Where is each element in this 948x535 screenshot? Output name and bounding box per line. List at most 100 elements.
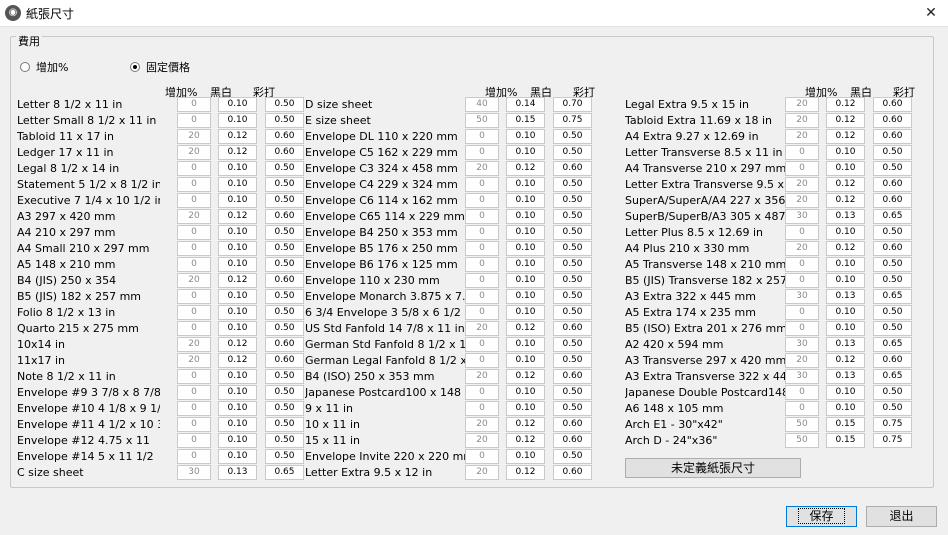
bw-price-field[interactable]: 0.10 [506, 145, 545, 160]
percent-field[interactable]: 20 [177, 353, 211, 368]
color-price-field[interactable]: 0.50 [553, 449, 592, 464]
percent-field[interactable]: 0 [465, 385, 499, 400]
bw-price-field[interactable]: 0.12 [826, 129, 865, 144]
bw-price-field[interactable]: 0.12 [218, 129, 257, 144]
bw-price-field[interactable]: 0.10 [826, 401, 865, 416]
percent-field[interactable]: 0 [177, 417, 211, 432]
close-button[interactable]: ✕ [920, 3, 942, 23]
percent-field[interactable]: 0 [177, 289, 211, 304]
radio-percent-indicator[interactable] [20, 62, 30, 72]
color-price-field[interactable]: 0.50 [553, 353, 592, 368]
percent-field[interactable]: 0 [465, 257, 499, 272]
color-price-field[interactable]: 0.50 [265, 321, 304, 336]
bw-price-field[interactable]: 0.12 [506, 321, 545, 336]
color-price-field[interactable]: 0.50 [553, 193, 592, 208]
percent-field[interactable]: 0 [785, 257, 819, 272]
bw-price-field[interactable]: 0.10 [826, 145, 865, 160]
exit-button[interactable]: 退出 [866, 506, 937, 527]
percent-field[interactable]: 0 [465, 305, 499, 320]
percent-field[interactable]: 0 [177, 257, 211, 272]
color-price-field[interactable]: 0.50 [873, 145, 912, 160]
color-price-field[interactable]: 0.50 [265, 417, 304, 432]
bw-price-field[interactable]: 0.10 [506, 273, 545, 288]
bw-price-field[interactable]: 0.10 [506, 241, 545, 256]
bw-price-field[interactable]: 0.12 [218, 273, 257, 288]
percent-field[interactable]: 50 [465, 113, 499, 128]
percent-field[interactable]: 0 [465, 241, 499, 256]
percent-field[interactable]: 30 [177, 465, 211, 480]
percent-field[interactable]: 20 [785, 241, 819, 256]
bw-price-field[interactable]: 0.10 [826, 257, 865, 272]
color-price-field[interactable]: 0.60 [265, 209, 304, 224]
percent-field[interactable]: 0 [177, 113, 211, 128]
color-price-field[interactable]: 0.50 [553, 209, 592, 224]
color-price-field[interactable]: 0.50 [553, 401, 592, 416]
bw-price-field[interactable]: 0.10 [506, 209, 545, 224]
color-price-field[interactable]: 0.50 [265, 97, 304, 112]
percent-field[interactable]: 0 [177, 369, 211, 384]
percent-field[interactable]: 0 [465, 129, 499, 144]
color-price-field[interactable]: 0.65 [873, 369, 912, 384]
bw-price-field[interactable]: 0.10 [506, 401, 545, 416]
percent-field[interactable]: 0 [465, 193, 499, 208]
percent-field[interactable]: 0 [465, 209, 499, 224]
bw-price-field[interactable]: 0.15 [506, 113, 545, 128]
percent-field[interactable]: 0 [465, 353, 499, 368]
color-price-field[interactable]: 0.50 [553, 129, 592, 144]
color-price-field[interactable]: 0.60 [873, 353, 912, 368]
color-price-field[interactable]: 0.60 [553, 161, 592, 176]
radio-fixed-price-indicator[interactable] [130, 62, 140, 72]
bw-price-field[interactable]: 0.10 [506, 337, 545, 352]
percent-field[interactable]: 20 [785, 353, 819, 368]
percent-field[interactable]: 20 [465, 465, 499, 480]
percent-field[interactable]: 20 [785, 113, 819, 128]
color-price-field[interactable]: 0.75 [873, 433, 912, 448]
percent-field[interactable]: 0 [785, 273, 819, 288]
bw-price-field[interactable]: 0.10 [218, 97, 257, 112]
color-price-field[interactable]: 0.50 [265, 241, 304, 256]
color-price-field[interactable]: 0.50 [873, 385, 912, 400]
color-price-field[interactable]: 0.50 [265, 289, 304, 304]
bw-price-field[interactable]: 0.10 [506, 449, 545, 464]
color-price-field[interactable]: 0.50 [265, 225, 304, 240]
bw-price-field[interactable]: 0.12 [826, 97, 865, 112]
color-price-field[interactable]: 0.50 [553, 289, 592, 304]
percent-field[interactable]: 0 [177, 161, 211, 176]
percent-field[interactable]: 0 [177, 401, 211, 416]
percent-field[interactable]: 20 [465, 161, 499, 176]
bw-price-field[interactable]: 0.10 [218, 449, 257, 464]
color-price-field[interactable]: 0.50 [265, 449, 304, 464]
color-price-field[interactable]: 0.60 [873, 129, 912, 144]
bw-price-field[interactable]: 0.12 [826, 241, 865, 256]
color-price-field[interactable]: 0.50 [873, 161, 912, 176]
percent-field[interactable]: 20 [785, 177, 819, 192]
bw-price-field[interactable]: 0.12 [506, 433, 545, 448]
bw-price-field[interactable]: 0.10 [826, 305, 865, 320]
color-price-field[interactable]: 0.50 [265, 257, 304, 272]
percent-field[interactable]: 20 [465, 369, 499, 384]
bw-price-field[interactable]: 0.10 [506, 177, 545, 192]
color-price-field[interactable]: 0.75 [553, 113, 592, 128]
bw-price-field[interactable]: 0.10 [218, 177, 257, 192]
percent-field[interactable]: 0 [785, 401, 819, 416]
percent-field[interactable]: 30 [785, 289, 819, 304]
color-price-field[interactable]: 0.50 [265, 177, 304, 192]
bw-price-field[interactable]: 0.10 [218, 305, 257, 320]
color-price-field[interactable]: 0.60 [553, 465, 592, 480]
bw-price-field[interactable]: 0.12 [218, 353, 257, 368]
percent-field[interactable]: 0 [785, 385, 819, 400]
bw-price-field[interactable]: 0.10 [218, 417, 257, 432]
radio-fixed-price[interactable]: 固定價格 [130, 61, 190, 75]
percent-field[interactable]: 0 [785, 225, 819, 240]
bw-price-field[interactable]: 0.10 [218, 289, 257, 304]
percent-field[interactable]: 20 [177, 337, 211, 352]
percent-field[interactable]: 0 [465, 145, 499, 160]
color-price-field[interactable]: 0.60 [873, 241, 912, 256]
percent-field[interactable]: 0 [177, 449, 211, 464]
color-price-field[interactable]: 0.50 [553, 305, 592, 320]
bw-price-field[interactable]: 0.12 [826, 353, 865, 368]
percent-field[interactable]: 0 [465, 177, 499, 192]
color-price-field[interactable]: 0.60 [553, 433, 592, 448]
color-price-field[interactable]: 0.50 [265, 305, 304, 320]
percent-field[interactable]: 40 [465, 97, 499, 112]
